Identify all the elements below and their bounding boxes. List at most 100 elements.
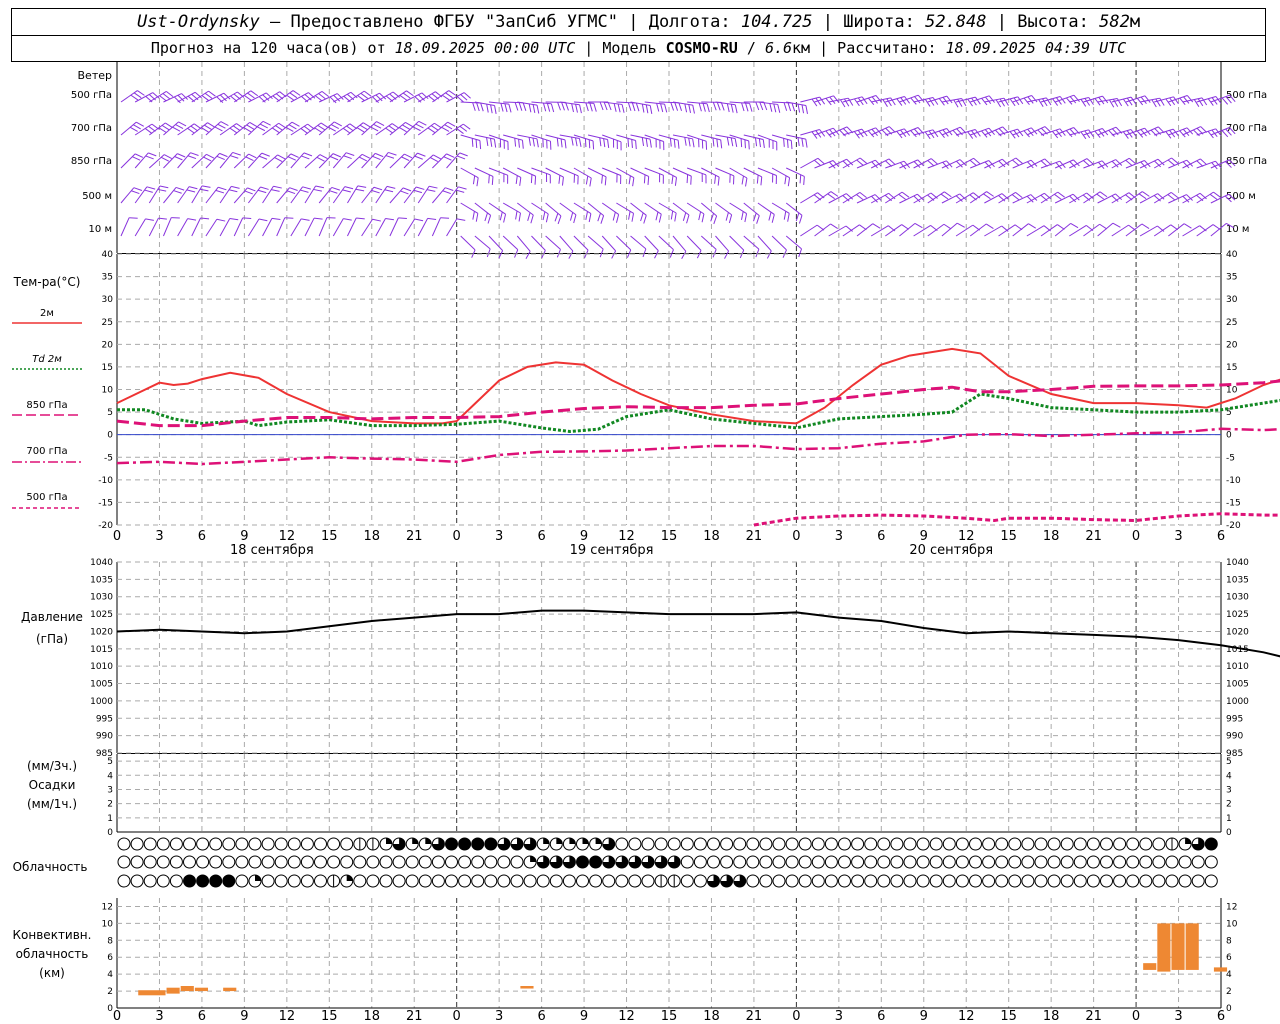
cloud-symbol [117,855,131,869]
pressure-tick-right: 1025 [1226,610,1249,620]
cloud-circle [169,855,183,869]
wind-barb [885,160,911,170]
wind-barb-staff [899,94,919,103]
cloud-circle [143,855,157,869]
wind-barb-feather [129,217,138,219]
cloud-symbol [1113,837,1127,851]
hour-label-bottom: 15 [321,1009,338,1024]
wind-barb-feather [518,212,521,222]
wind-barb-staff [163,217,172,237]
cloud-symbol [1152,855,1166,869]
precip-tick-left: 1 [107,814,113,824]
cloud-symbol [693,837,707,851]
cloud-symbol [405,855,419,869]
cloud-circle [890,855,904,869]
cloud-symbol [942,855,956,869]
wind-barb-feather [967,131,974,139]
wind-barb-feather [649,105,653,114]
wind-barb-feather [385,218,394,221]
cloud-circle [628,874,642,888]
cloud-circle [824,855,838,869]
hour-label: 12 [958,529,975,544]
temp-tick-right: -20 [1226,521,1241,531]
cloud-symbol [222,837,236,851]
wind-barb-staff [644,235,659,251]
cloud-circle [890,837,904,851]
wind-barb-feather [415,186,425,190]
cloud-symbol [458,837,472,851]
wind-barb-feather [773,103,777,113]
wind-barb [715,202,733,224]
wind-barb-feather [301,218,310,221]
cloud-symbol [156,855,170,869]
wind-barb [361,92,387,103]
wind-barb-feather [568,250,574,259]
wind-barb [219,123,244,136]
cloud-symbol [811,874,825,888]
cloud-circle [1126,855,1140,869]
cloud-symbol [890,874,904,888]
wind-barb-staff [276,187,290,204]
cloud-circle [955,855,969,869]
wind-barb-staff [1182,225,1200,237]
wind-barb [1012,223,1037,237]
hour-label: 3 [495,529,503,544]
wind-barb-staff [148,154,165,169]
cloud-symbol [890,837,904,851]
cloud-circle [458,855,472,869]
cloud-circle [1073,855,1087,869]
cloud-symbol [890,855,904,869]
day-label: 20 сентября [909,543,993,558]
wind-barb-staff [573,202,592,215]
wind-barb-staff [729,167,748,179]
cloud-circle [1047,855,1061,869]
wind-barb-staff [672,202,690,216]
wind-barb [559,202,577,224]
cloud-circle [798,855,812,869]
wind-barb [701,167,720,186]
cloud-symbol [379,837,393,851]
wind-barb-staff [856,223,874,237]
wind-barb-feather [357,185,367,188]
cloud-symbol [523,874,537,888]
cloud-symbol [536,855,550,869]
cloud-symbol [654,837,668,851]
wind-barb-feather [1009,98,1016,107]
cloud-circle [1139,874,1153,888]
cloud-circle [720,855,734,869]
hour-label-bottom: 12 [279,1009,296,1024]
cloud-symbol [1204,837,1218,851]
cloud-circle [851,837,865,851]
wind-barb-feather [1165,98,1172,107]
cloud-symbol [549,874,563,888]
wind-barb-feather [1207,98,1214,106]
wind-barb [262,185,282,204]
cloud-symbol [576,837,589,851]
wind-barb [177,218,197,237]
wind-barb [828,225,853,237]
cloud-circle [1086,855,1100,869]
cloud-symbol [720,855,734,869]
cloud-symbol [405,874,419,888]
wind-barb [757,202,775,223]
wind-level-label-right: 850 гПа [1226,156,1267,167]
hour-label-bottom: 9 [580,1009,588,1024]
hour-label: 12 [618,529,635,544]
wind-barb-feather [957,98,963,107]
cloud-symbol [1178,874,1192,888]
cloud-symbol [1034,837,1048,851]
cloud-symbol [536,874,550,888]
cloud-circle [942,837,956,851]
wind-barb [573,167,592,187]
cloud-symbol [680,855,694,869]
wind-barb-staff [163,121,179,136]
cloud-circle [287,855,301,869]
wind-barb-feather [561,102,565,111]
hour-label-bottom: 21 [406,1009,423,1024]
cloud-symbol [274,874,288,888]
cloud-symbol [445,837,458,851]
wind-barb-feather [1042,98,1048,107]
cloud-symbol [196,874,210,888]
cloud-circle [615,837,629,851]
cloud-quarter-fill [595,838,602,844]
